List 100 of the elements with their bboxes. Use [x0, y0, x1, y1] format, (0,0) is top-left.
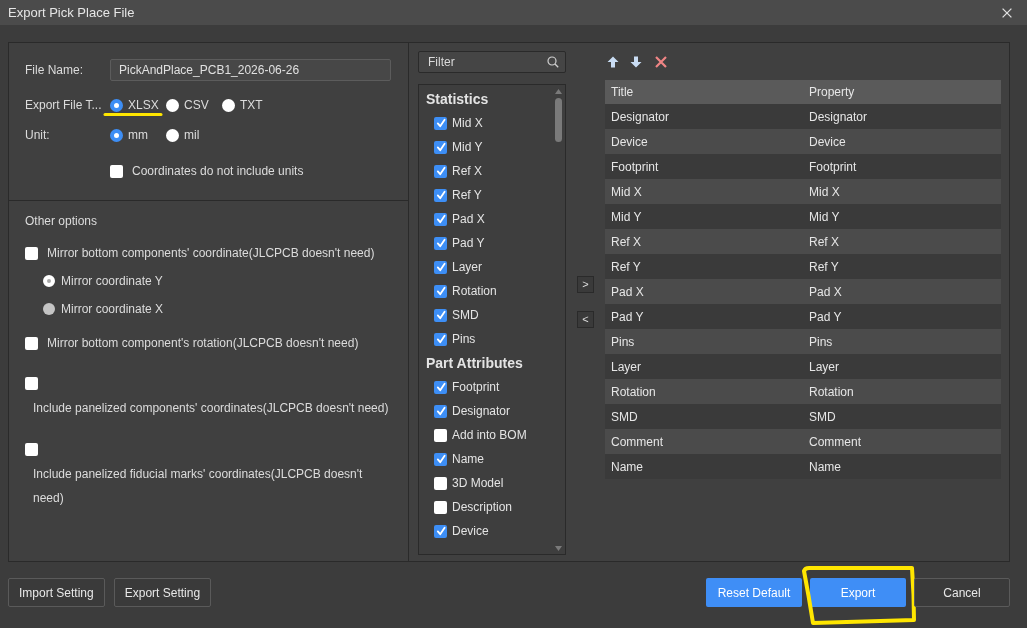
column-header: Property [808, 84, 856, 101]
option-label: SMD [452, 307, 479, 324]
table-row[interactable]: Mid Y Mid Y [605, 204, 1001, 229]
table-cell-text: Device [808, 133, 847, 151]
field-label: Export File T... [25, 97, 103, 114]
table-cell-text: Mid Y [610, 208, 643, 226]
checkbox[interactable] [25, 376, 38, 390]
table-row[interactable]: Comment Comment [605, 429, 1001, 454]
option-label: Layer [452, 259, 483, 276]
checkbox[interactable] [434, 332, 447, 346]
table-cell-text: Name [808, 458, 842, 476]
table-row[interactable]: Pad Y Pad Y [605, 304, 1001, 329]
table-row[interactable]: Pins Pins [605, 329, 1001, 354]
radio-label: Mirror coordinate X [61, 301, 164, 318]
table-row[interactable]: SMD SMD [605, 404, 1001, 429]
move-down-button[interactable] [630, 56, 642, 68]
checkbox[interactable] [434, 260, 447, 274]
table-cell-text: Mid Y [808, 208, 841, 226]
table-cell-text: Mid X [808, 183, 841, 201]
checkbox[interactable] [25, 442, 38, 456]
table-cell-text: Ref X [808, 233, 840, 251]
table-cell-text: Comment [808, 433, 862, 451]
group-header: Statistics [425, 90, 489, 109]
table-cell-text: SMD [610, 408, 639, 426]
radio-label: CSV [184, 97, 209, 114]
checkbox[interactable] [434, 476, 447, 490]
table-cell-text: Name [610, 458, 644, 476]
table-cell-text: Pad Y [808, 308, 843, 326]
table-cell-text: Pins [610, 333, 636, 351]
table-cell-text: Ref Y [808, 258, 840, 276]
group-header: Part Attributes [425, 354, 523, 373]
option-label: Add into BOM [452, 427, 527, 444]
filter-field[interactable]: Filter [418, 51, 566, 73]
table-cell-text: Footprint [610, 158, 660, 176]
checkbox[interactable] [434, 500, 447, 514]
dialog-button[interactable]: Export Setting [113, 578, 212, 607]
field-label: Unit: [25, 127, 51, 144]
checkbox[interactable] [434, 140, 447, 154]
checkbox[interactable] [434, 284, 447, 298]
option-label: Name [452, 451, 484, 468]
transfer-button[interactable]: < [577, 311, 594, 328]
dialog-button[interactable]: Cancel [914, 578, 1010, 607]
window-title: Export Pick Place File [8, 3, 135, 22]
checkbox[interactable] [25, 246, 38, 260]
radio-button[interactable] [166, 128, 179, 142]
checkbox[interactable] [434, 212, 447, 226]
table-row[interactable]: Ref Y Ref Y [605, 254, 1001, 279]
close-button[interactable] [1001, 7, 1012, 18]
table-cell-text: Designator [610, 108, 671, 126]
table-row[interactable]: Pad X Pad X [605, 279, 1001, 304]
arrow-down-icon [630, 56, 642, 68]
option-label: Designator [452, 403, 511, 420]
option-label: Mid Y [452, 139, 483, 156]
option-label: Device [452, 523, 489, 540]
table-row[interactable]: Footprint Footprint [605, 154, 1001, 179]
radio-label: mil [184, 127, 200, 144]
checkbox[interactable] [434, 164, 447, 178]
table-row[interactable]: Layer Layer [605, 354, 1001, 379]
checkbox[interactable] [434, 116, 447, 130]
table-row[interactable]: Device Device [605, 129, 1001, 154]
table-cell-text: Designator [808, 108, 869, 126]
table-row[interactable]: Name Name [605, 454, 1001, 479]
option-label: Mid X [452, 115, 483, 132]
table-cell-text: Rotation [808, 383, 855, 401]
checkbox[interactable] [434, 308, 447, 322]
option-label: Footprint [452, 379, 500, 396]
scrollbar[interactable] [554, 87, 563, 552]
checkbox[interactable] [110, 164, 123, 178]
table-cell-text: Pins [808, 333, 834, 351]
field-label: File Name: [25, 62, 84, 79]
checkbox[interactable] [434, 188, 447, 202]
checkbox[interactable] [434, 380, 447, 394]
radio-button[interactable] [110, 98, 123, 112]
radio-button[interactable] [166, 98, 179, 112]
transfer-button[interactable]: > [577, 276, 594, 293]
section-title: Other options [25, 213, 98, 229]
checkbox[interactable] [434, 524, 447, 538]
option-label: Description [452, 499, 513, 516]
file-name-field[interactable]: PickAndPlace_PCB1_2026-06-26 [110, 59, 391, 81]
table-row[interactable]: Mid X Mid X [605, 179, 1001, 204]
option-label: Ref Y [452, 187, 482, 204]
checkbox[interactable] [434, 452, 447, 466]
radio-button[interactable] [110, 128, 123, 142]
table-cell-text: Pad X [808, 283, 843, 301]
table-row[interactable]: Rotation Rotation [605, 379, 1001, 404]
move-up-button[interactable] [607, 56, 619, 68]
checkbox[interactable] [434, 428, 447, 442]
table-cell-text: Ref Y [610, 258, 642, 276]
table-row[interactable]: Designator Designator [605, 104, 1001, 129]
checkbox[interactable] [25, 336, 38, 350]
radio-label: XLSX [128, 97, 159, 114]
arrow-up-icon [607, 56, 619, 68]
table-row[interactable]: Ref X Ref X [605, 229, 1001, 254]
checkbox-label: Coordinates do not include units [132, 163, 304, 180]
checkbox[interactable] [434, 404, 447, 418]
radio-button[interactable] [222, 98, 235, 112]
dialog-button[interactable]: Import Setting [8, 578, 105, 607]
search-icon [547, 56, 559, 68]
checkbox[interactable] [434, 236, 447, 250]
delete-button[interactable] [655, 56, 667, 68]
